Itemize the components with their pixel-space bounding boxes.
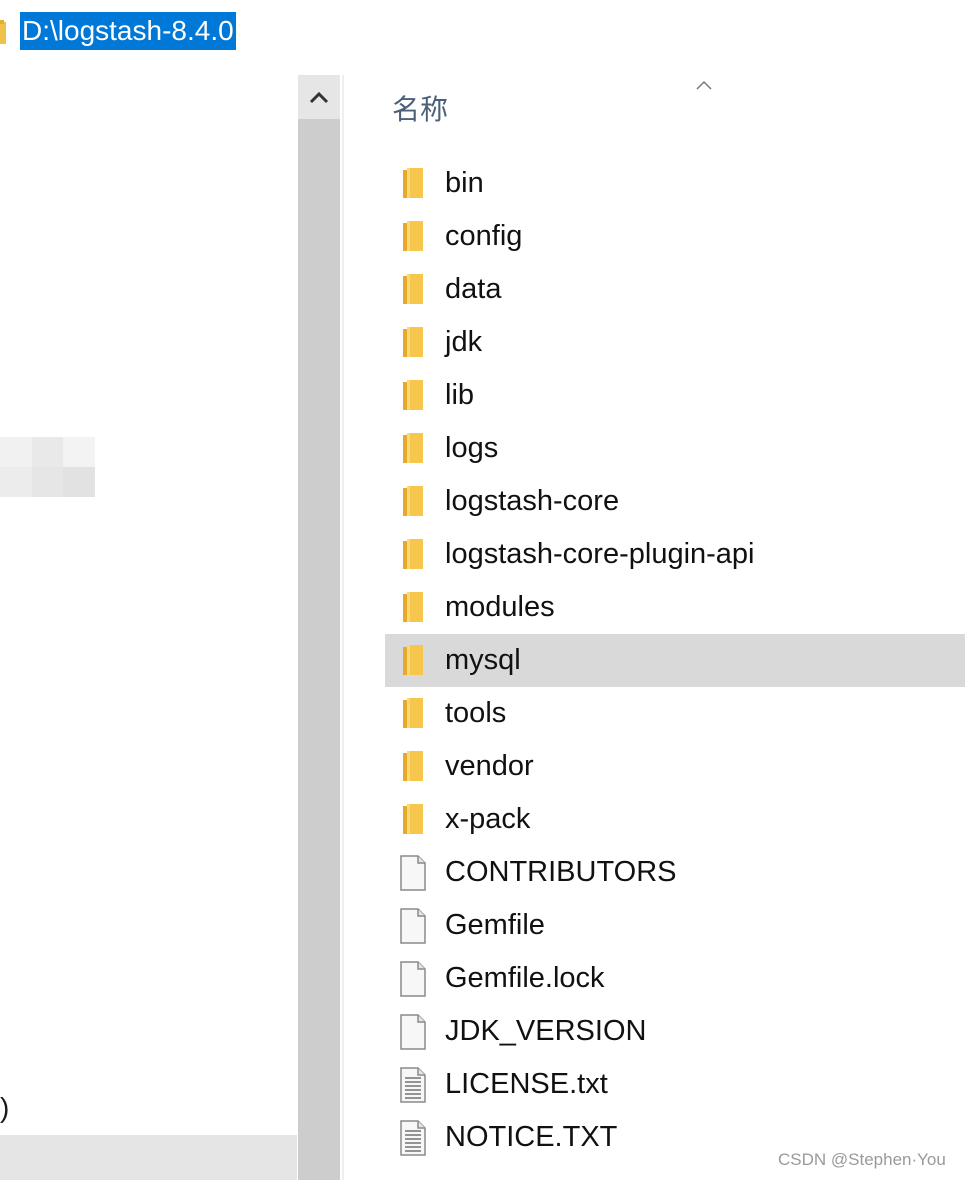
- file-name: Gemfile.lock: [445, 962, 605, 994]
- file-name: modules: [445, 591, 555, 623]
- file-icon: [399, 960, 427, 997]
- file-row-tools[interactable]: tools: [385, 687, 965, 740]
- file-list: bin config data jdk lib logs logstash-core logs…: [385, 157, 965, 1164]
- file-row-config[interactable]: config: [385, 210, 965, 263]
- folder-icon: [399, 750, 427, 784]
- folder-icon: [399, 220, 427, 254]
- file-row-bin[interactable]: bin: [385, 157, 965, 210]
- file-name: mysql: [445, 644, 521, 676]
- file-row-contributors[interactable]: CONTRIBUTORS: [385, 846, 965, 899]
- file-icon: [399, 854, 427, 891]
- blurred-region: [0, 437, 95, 497]
- nav-selected-item[interactable]: [0, 1135, 297, 1180]
- file-row-data[interactable]: data: [385, 263, 965, 316]
- file-name: jdk: [445, 326, 483, 358]
- file-name: data: [445, 273, 502, 305]
- file-row-gemfile-lock[interactable]: Gemfile.lock: [385, 952, 965, 1005]
- folder-icon: [399, 591, 427, 625]
- folder-icon: [399, 379, 427, 413]
- file-row-license-txt[interactable]: LICENSE.txt: [385, 1058, 965, 1111]
- folder-icon: [399, 644, 427, 678]
- nav-partial-text: ): [0, 1092, 10, 1123]
- folder-icon: [399, 273, 427, 307]
- file-row-jdk[interactable]: jdk: [385, 316, 965, 369]
- folder-icon: [399, 485, 427, 519]
- file-name: logstash-core-plugin-api: [445, 538, 755, 570]
- file-icon: [399, 1013, 427, 1050]
- file-name: tools: [445, 697, 507, 729]
- file-name: JDK_VERSION: [445, 1015, 647, 1047]
- file-row-lib[interactable]: lib: [385, 369, 965, 422]
- file-row-logstash-core-plugin-api[interactable]: logstash-core-plugin-api: [385, 528, 965, 581]
- file-row-vendor[interactable]: vendor: [385, 740, 965, 793]
- file-row-mysql[interactable]: mysql: [385, 634, 965, 687]
- chevron-up-icon: [309, 91, 329, 104]
- folder-icon: [399, 538, 427, 572]
- pane-divider[interactable]: [342, 75, 344, 1180]
- file-name: lib: [445, 379, 475, 411]
- file-row-modules[interactable]: modules: [385, 581, 965, 634]
- file-name: Gemfile: [445, 909, 545, 941]
- file-name: logstash-core: [445, 485, 620, 517]
- address-path[interactable]: D:\logstash-8.4.0: [20, 12, 236, 50]
- folder-icon: [399, 167, 427, 201]
- file-row-gemfile[interactable]: Gemfile: [385, 899, 965, 952]
- file-name: NOTICE.TXT: [445, 1121, 618, 1153]
- file-name: logs: [445, 432, 499, 464]
- file-icon: [399, 907, 427, 944]
- file-name: bin: [445, 167, 484, 199]
- file-row-x-pack[interactable]: x-pack: [385, 793, 965, 846]
- file-row-jdk-version[interactable]: JDK_VERSION: [385, 1005, 965, 1058]
- file-name: LICENSE.txt: [445, 1068, 608, 1100]
- text-file-icon: [399, 1066, 427, 1103]
- scroll-up-button[interactable]: [298, 75, 340, 119]
- folder-icon: [399, 326, 427, 360]
- folder-icon: [399, 432, 427, 466]
- file-row-logstash-core[interactable]: logstash-core: [385, 475, 965, 528]
- text-file-icon: [399, 1119, 427, 1156]
- folder-icon: [399, 697, 427, 731]
- folder-icon: [0, 20, 6, 44]
- file-row-logs[interactable]: logs: [385, 422, 965, 475]
- sort-ascending-icon: [696, 80, 712, 90]
- folder-icon: [399, 803, 427, 837]
- column-header-name[interactable]: 名称: [392, 88, 448, 132]
- navigation-pane: [0, 75, 298, 1180]
- file-name: config: [445, 220, 523, 252]
- file-name: vendor: [445, 750, 534, 782]
- file-name: x-pack: [445, 803, 531, 835]
- watermark: CSDN @Stephen·You: [778, 1150, 946, 1169]
- nav-scrollbar[interactable]: [298, 75, 340, 1180]
- file-name: CONTRIBUTORS: [445, 856, 677, 888]
